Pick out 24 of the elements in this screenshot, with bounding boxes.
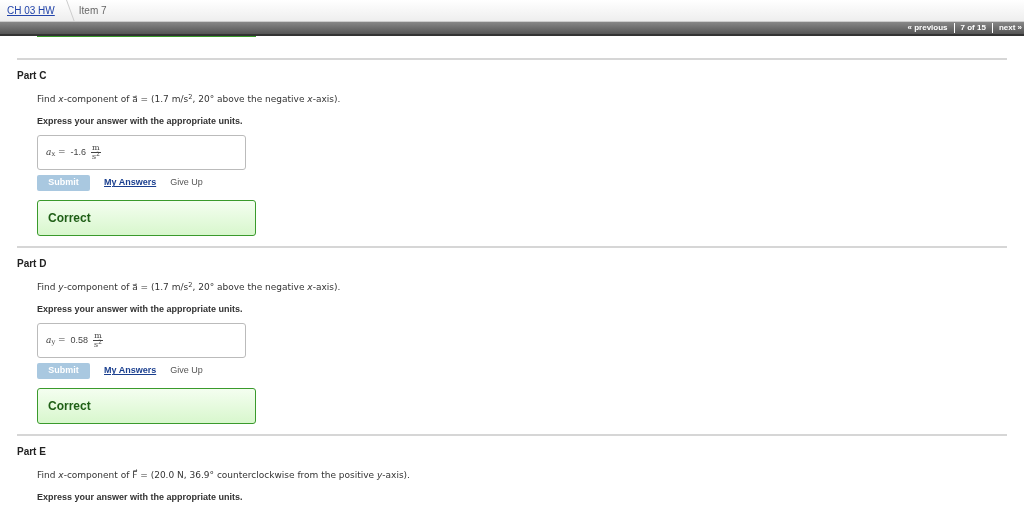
answer-label: a$_{y}$ = <box>46 333 66 348</box>
feedback-banner: Correct <box>37 388 256 424</box>
my-answers-link[interactable]: My Answers <box>104 364 157 378</box>
part-title: Part C <box>17 69 47 83</box>
answer-value: -1.6 <box>70 145 87 159</box>
breadcrumb-link[interactable]: CH 03 HW <box>7 3 55 18</box>
part-title: Part D <box>17 257 47 271</box>
question-text: Find x-component of F⃗ = (20.0 N, 36.9° counterclockwise from the positive y-axis). <box>37 469 410 482</box>
question-text: Find y-component of a⃗ = (1.7 m/s$^{2}$, 20° above the negative x-axis). <box>37 281 341 294</box>
instruction-text: Express your answer with the appropriate units. <box>37 114 243 128</box>
part-title: Part E <box>17 445 46 459</box>
give-up-link[interactable]: Give Up <box>170 176 203 190</box>
instruction-text: Express your answer with the appropriate units. <box>37 490 243 504</box>
answer-label: a$_{x}$ = <box>46 145 66 160</box>
instruction-text: Express your answer with the appropriate units. <box>37 302 243 316</box>
breadcrumb-current: Item 7 <box>78 4 107 18</box>
page-position: 7 of 15 <box>960 22 986 34</box>
next-link[interactable]: next » <box>998 22 1022 34</box>
previous-link[interactable]: « previous <box>907 22 948 34</box>
feedback-banner: Correct <box>37 200 256 236</box>
my-answers-link[interactable]: My Answers <box>104 176 157 190</box>
question-text: Find x-component of a⃗ = (1.7 m/s$^{2}$, 20° above the negative x-axis). <box>37 93 341 106</box>
answer-value: 0.58 <box>70 333 89 347</box>
give-up-link[interactable]: Give Up <box>170 364 203 378</box>
